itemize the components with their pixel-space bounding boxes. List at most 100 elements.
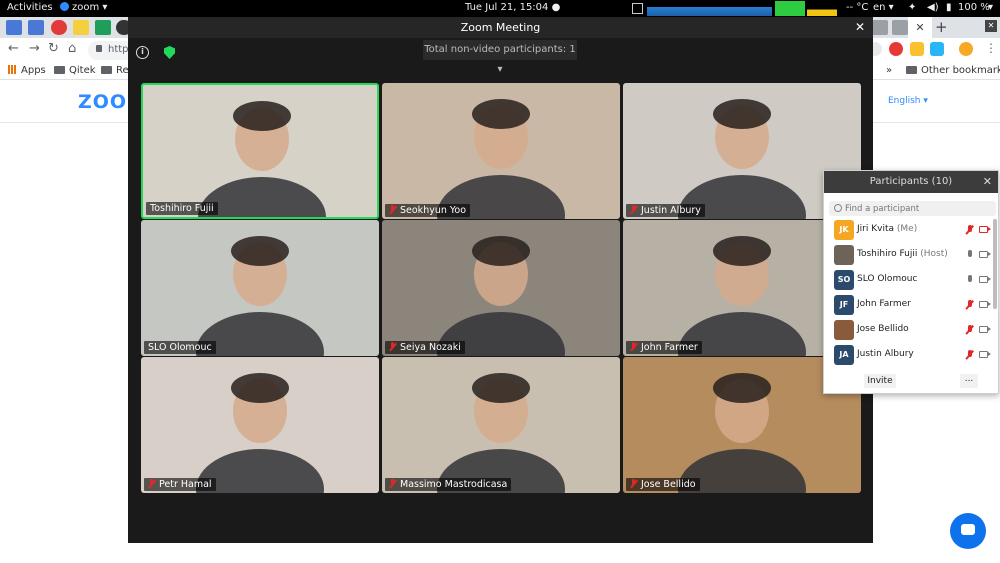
avatar: JF <box>834 295 854 315</box>
folder-icon <box>101 66 112 74</box>
invite-button[interactable]: Invite <box>864 374 896 388</box>
role-tag: (Host) <box>920 249 948 259</box>
window-close-icon[interactable]: ✕ <box>985 20 997 32</box>
mic-muted-icon <box>389 342 396 351</box>
participant-search-input[interactable] <box>829 201 996 216</box>
docs-tab-icon[interactable] <box>6 20 22 35</box>
camera-icon[interactable] <box>979 351 988 358</box>
bookmark-apps[interactable]: Apps <box>8 65 46 76</box>
mic-muted-icon[interactable] <box>965 225 974 235</box>
security-shield-icon[interactable] <box>164 46 175 59</box>
camera-icon[interactable] <box>979 251 988 258</box>
reload-icon[interactable]: ↻ <box>48 41 59 56</box>
tab-icon[interactable] <box>872 20 888 35</box>
home-icon[interactable]: ⌂ <box>68 41 76 56</box>
language-selector[interactable]: English ▾ <box>888 96 928 106</box>
video-tile[interactable]: Toshihiro Fujii <box>141 83 379 219</box>
participant-row[interactable]: Jose Bellido <box>824 318 992 342</box>
name-text: John Farmer <box>857 299 911 309</box>
tab-icon[interactable] <box>892 20 908 35</box>
search-icon <box>834 204 842 212</box>
new-tab-button[interactable]: + <box>935 17 948 38</box>
weather-temp[interactable]: -- °C <box>846 2 868 13</box>
mic-icon[interactable] <box>965 250 974 260</box>
extension-icon[interactable] <box>910 42 924 56</box>
participant-name-label: Toshihiro Fujii <box>146 202 218 215</box>
lang-text: en <box>873 2 886 13</box>
participant-name-label: Massimo Mastrodicasa <box>385 478 512 491</box>
dropbox-icon[interactable]: ✦ <box>908 2 916 13</box>
nonvideo-participants-dropdown[interactable]: Total non-video participants: 1 ▾ <box>423 40 577 75</box>
mic-muted-icon[interactable] <box>965 325 974 335</box>
video-tile[interactable]: Seokhyun Yoo <box>382 83 620 219</box>
bookmark-label: Other bookmarks <box>921 65 1000 76</box>
docs-tab-icon[interactable] <box>28 20 44 35</box>
volume-icon[interactable]: ◀) <box>927 2 939 13</box>
participants-title: Participants (10) <box>869 176 953 187</box>
participant-row[interactable]: JA Justin Albury <box>824 343 992 367</box>
mic-muted-icon[interactable] <box>965 300 974 310</box>
app-menu[interactable]: zoom ▾ <box>60 2 107 13</box>
clock[interactable]: Tue Jul 21, 15:04 ● <box>465 2 560 13</box>
camera-off-icon[interactable] <box>979 226 988 233</box>
video-tile[interactable]: SLO Olomouc <box>141 220 379 356</box>
participant-row[interactable]: JF John Farmer <box>824 293 992 317</box>
video-tile[interactable]: Seiya Nozaki <box>382 220 620 356</box>
language-text: English <box>888 96 921 106</box>
mic-muted-icon[interactable] <box>965 350 974 360</box>
battery-icon[interactable]: ▮ <box>946 2 952 13</box>
input-language[interactable]: en ▾ <box>873 2 894 13</box>
recording-tab-icon[interactable] <box>51 20 67 35</box>
participant-name-label: Seiya Nozaki <box>385 341 465 354</box>
participant-hair <box>231 236 289 266</box>
extension-icon[interactable] <box>930 42 944 56</box>
system-menu-chevron-icon[interactable]: ▾ <box>988 2 993 13</box>
more-button[interactable]: ... <box>960 374 978 388</box>
participant-name: SLO Olomouc <box>148 342 212 353</box>
participant-row[interactable]: Toshihiro Fujii (Host) <box>824 243 992 267</box>
mic-icon[interactable] <box>965 275 974 285</box>
video-tile[interactable]: Massimo Mastrodicasa <box>382 357 620 493</box>
name-text: SLO Olomouc <box>857 274 918 284</box>
extension-icon[interactable] <box>889 42 903 56</box>
participant-name: Toshihiro Fujii <box>150 203 214 214</box>
close-icon[interactable]: ✕ <box>983 171 992 193</box>
participant-hair <box>472 373 530 403</box>
system-top-bar: Activities zoom ▾ Tue Jul 21, 15:04 ● --… <box>0 0 1000 17</box>
zoom-meeting-window: Zoom Meeting ✕ i Total non-video partici… <box>128 17 873 543</box>
bookmark-other[interactable]: Other bookmarks <box>906 65 1000 76</box>
activities-button[interactable]: Activities <box>7 2 53 13</box>
participant-hair <box>713 99 771 129</box>
participant-name: Massimo Mastrodicasa <box>400 479 508 490</box>
video-tile[interactable]: Petr Hamal <box>141 357 379 493</box>
memory-graph <box>775 1 805 16</box>
participant-name-label: John Farmer <box>626 341 702 354</box>
slides-tab-icon[interactable] <box>73 20 89 35</box>
camera-icon[interactable] <box>979 326 988 333</box>
participant-hair <box>233 101 291 131</box>
forward-icon[interactable]: → <box>29 41 40 56</box>
folder-icon <box>906 66 917 74</box>
participants-panel: Participants (10) ✕ JKJiri Kvita (Me) Tos… <box>823 170 999 394</box>
nonvideo-label: Total non-video participants: 1 <box>424 44 576 55</box>
profile-avatar[interactable] <box>959 42 973 56</box>
tab-close-icon[interactable]: ✕ <box>908 17 932 38</box>
mic-muted-icon <box>630 342 637 351</box>
chat-support-button[interactable] <box>950 513 986 549</box>
sheets-tab-icon[interactable] <box>95 20 111 35</box>
camera-icon[interactable] <box>979 301 988 308</box>
camera-icon[interactable] <box>979 276 988 283</box>
bookmarks-overflow[interactable]: » <box>886 65 892 76</box>
participant-name: John Farmer <box>641 342 698 353</box>
meeting-info-icon[interactable]: i <box>136 46 149 59</box>
bookmark-folder-qitek[interactable]: Qitek <box>54 65 96 76</box>
window-titlebar: Zoom Meeting ✕ <box>128 17 873 38</box>
participant-name: Petr Hamal <box>159 479 212 490</box>
close-icon[interactable]: ✕ <box>855 17 865 38</box>
scrollbar[interactable] <box>993 219 997 309</box>
participant-row[interactable]: JK Jiri Kvita (Me) <box>824 218 992 242</box>
chat-icon <box>961 524 975 535</box>
back-icon[interactable]: ← <box>8 41 19 56</box>
browser-menu-icon[interactable]: ⋮ <box>985 41 997 55</box>
participant-row[interactable]: SO SLO Olomouc <box>824 268 992 292</box>
